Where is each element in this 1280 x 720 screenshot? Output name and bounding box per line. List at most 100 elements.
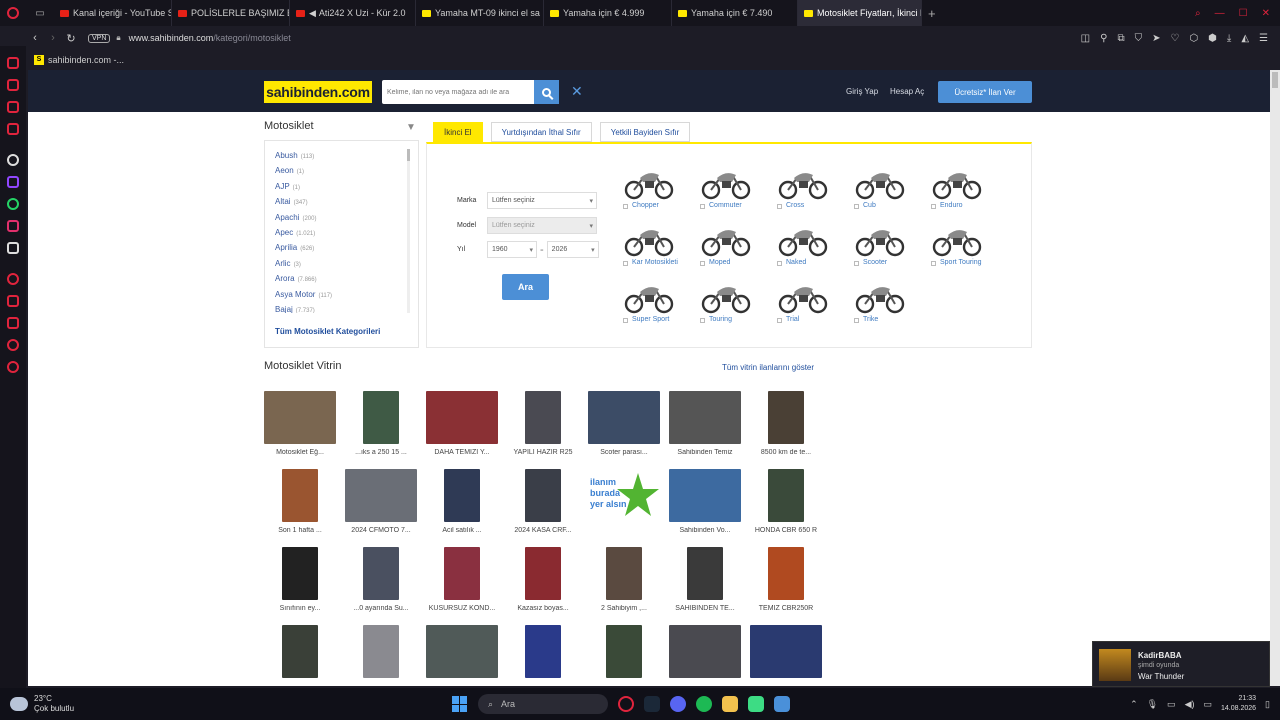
listing-photo[interactable] [606,625,642,678]
listing-caption[interactable]: DAHA TEMİZİ Y... [426,449,498,456]
listing-photo[interactable] [525,391,561,444]
brand-item[interactable]: AJP (1) [265,181,405,196]
pin-icon[interactable]: ⚲ [1100,33,1107,44]
listing-photo[interactable] [525,547,561,600]
promo-banner[interactable]: ilanım burada yer alsın [588,469,660,522]
taskbar-search[interactable]: ⌕ Ara [478,694,608,714]
discord-icon[interactable] [670,696,686,712]
type-checkbox[interactable] [700,204,705,209]
listing-photo[interactable] [768,469,804,522]
listing-photo[interactable] [426,625,498,678]
motorcycle-type-option[interactable]: Cross [777,166,837,222]
back-icon[interactable]: ‹ [26,32,44,44]
easy-setup-icon[interactable]: ☰ [1259,33,1268,44]
vitrin-listing[interactable]: KUSURSUZ KOND... [426,544,500,620]
tray-chevron-icon[interactable]: ⌃ [1130,699,1138,710]
browser-tab[interactable]: POLİSLERLE BAŞIMIZ BELA [172,0,290,26]
lock-icon[interactable]: 🔒︎ [116,33,120,43]
history-icon[interactable] [7,339,19,351]
vitrin-listing[interactable]: Scoter parası... [588,388,662,464]
extensions-icon[interactable] [7,295,19,307]
aria-icon[interactable]: ◭ [1241,33,1249,44]
vitrin-listing[interactable]: DAHA TEMİZİ Y... [426,388,500,464]
cube-icon[interactable]: ⬢ [1208,33,1217,44]
whatsapp-icon[interactable] [7,198,19,210]
type-checkbox[interactable] [931,204,936,209]
search-submit-button[interactable]: Ara [502,274,549,300]
chatgpt-icon[interactable] [7,154,19,166]
listing-photo[interactable] [363,625,399,678]
snapshot-icon[interactable]: ⧉ [1117,33,1124,44]
listing-caption[interactable]: Son 1 hafta ... [264,527,336,534]
login-link[interactable]: Giriş Yap [846,87,878,96]
type-checkbox[interactable] [777,204,782,209]
listing-photo[interactable] [363,391,399,444]
type-checkbox[interactable] [777,261,782,266]
brand-item[interactable]: Apachi (200) [265,212,405,227]
mic-icon[interactable]: 🎙︎ [1147,699,1158,710]
weather-widget[interactable]: 23°C Çok bulutlu [0,694,74,714]
tab-yurtdisi-ithal[interactable]: Yurtdışından İthal Sıfır [490,122,592,142]
x-icon[interactable] [7,242,19,254]
listing-caption[interactable]: Acil satılık ... [426,527,498,534]
messenger-icon[interactable] [7,101,19,113]
instagram-icon[interactable] [7,220,19,232]
listing-caption[interactable]: ...ıks a 250 15 ... [345,449,417,456]
brand-item[interactable]: Abush (113) [265,150,405,165]
type-checkbox[interactable] [623,261,628,266]
maximize-icon[interactable]: ☐ [1239,8,1248,19]
listing-photo[interactable] [345,469,417,522]
brand-item[interactable]: Altai (347) [265,196,405,211]
search-button[interactable] [534,80,559,104]
url-field[interactable]: www.sahibinden.com/kategori/motosiklet [129,33,291,43]
browser-tab[interactable]: Yamaha MT-09 ikinci el sa [416,0,544,26]
listing-caption[interactable]: HONDA CBR 650 R [750,527,822,534]
brand-item[interactable]: Asya Motor (117) [265,289,405,304]
workspaces-icon[interactable]: ▭ [26,0,54,26]
windows-start-icon[interactable] [452,696,468,712]
motorcycle-type-option[interactable]: Enduro [931,166,991,222]
listing-caption[interactable]: 2 Sahibiyim ,... [588,605,660,612]
vitrin-listing[interactable] [264,622,338,686]
heart-icon[interactable] [7,317,19,329]
listing-photo[interactable] [606,547,642,600]
vitrin-listing[interactable] [507,622,581,686]
app-icon[interactable] [748,696,764,712]
tab-yetkili-bayi[interactable]: Yetkili Bayiden Sıfır [599,122,691,142]
listing-caption[interactable]: 2024 KASA CRF... [507,527,579,534]
vitrin-listing[interactable] [669,622,743,686]
listing-photo[interactable] [444,469,480,522]
marka-select[interactable]: Lütfen seçiniz [487,192,597,209]
browser-tab[interactable]: ◀ Ati242 X Uzi - Kür 2.0 [290,0,416,26]
vitrin-listing[interactable]: 2024 KASA CRF... [507,466,581,542]
motorcycle-type-option[interactable]: Kar Motosikleti [623,223,683,279]
file-explorer-icon[interactable] [722,696,738,712]
brand-list[interactable]: Abush (113) Aeon (1) AJP (1) Altai (347) Apachi(… [265,141,405,313]
vitrin-listing[interactable]: Sahibinden Temiz [669,388,743,464]
brand-scrollbar[interactable] [407,149,410,313]
motorcycle-type-option[interactable]: Trial [777,280,837,336]
vitrin-listing[interactable]: YAPILI HAZIR R25 [507,388,581,464]
opera-gx-icon[interactable] [618,696,634,712]
motorcycle-type-option[interactable]: Cub [854,166,914,222]
tab-ikinci-el[interactable]: İkinci El [433,122,483,142]
model-select[interactable]: Lütfen seçiniz [487,217,597,234]
search-input[interactable] [382,80,534,104]
brand-item[interactable]: Aprilia (626) [265,242,405,257]
motorcycle-type-option[interactable]: Chopper [623,166,683,222]
vitrin-listing[interactable]: Kazasız boyas... [507,544,581,620]
listing-photo[interactable] [282,547,318,600]
maps-icon[interactable] [7,123,19,135]
brand-item[interactable]: Apec (1.021) [265,227,405,242]
all-categories-link[interactable]: Tüm Motosiklet Kategorileri [275,327,380,336]
vitrin-listing[interactable]: ilanım burada yer alsın [588,466,662,542]
listing-caption[interactable]: 8500 km de te... [750,449,822,456]
listing-caption[interactable]: YAPILI HAZIR R25 [507,449,579,456]
type-checkbox[interactable] [623,204,628,209]
brand-item[interactable]: Arora (7.866) [265,273,405,288]
flow-icon[interactable] [7,79,19,91]
vitrin-listing[interactable]: HONDA CBR 650 R [750,466,824,542]
motorcycle-type-option[interactable]: Naked [777,223,837,279]
listing-photo[interactable] [768,547,804,600]
listing-photo[interactable] [282,625,318,678]
